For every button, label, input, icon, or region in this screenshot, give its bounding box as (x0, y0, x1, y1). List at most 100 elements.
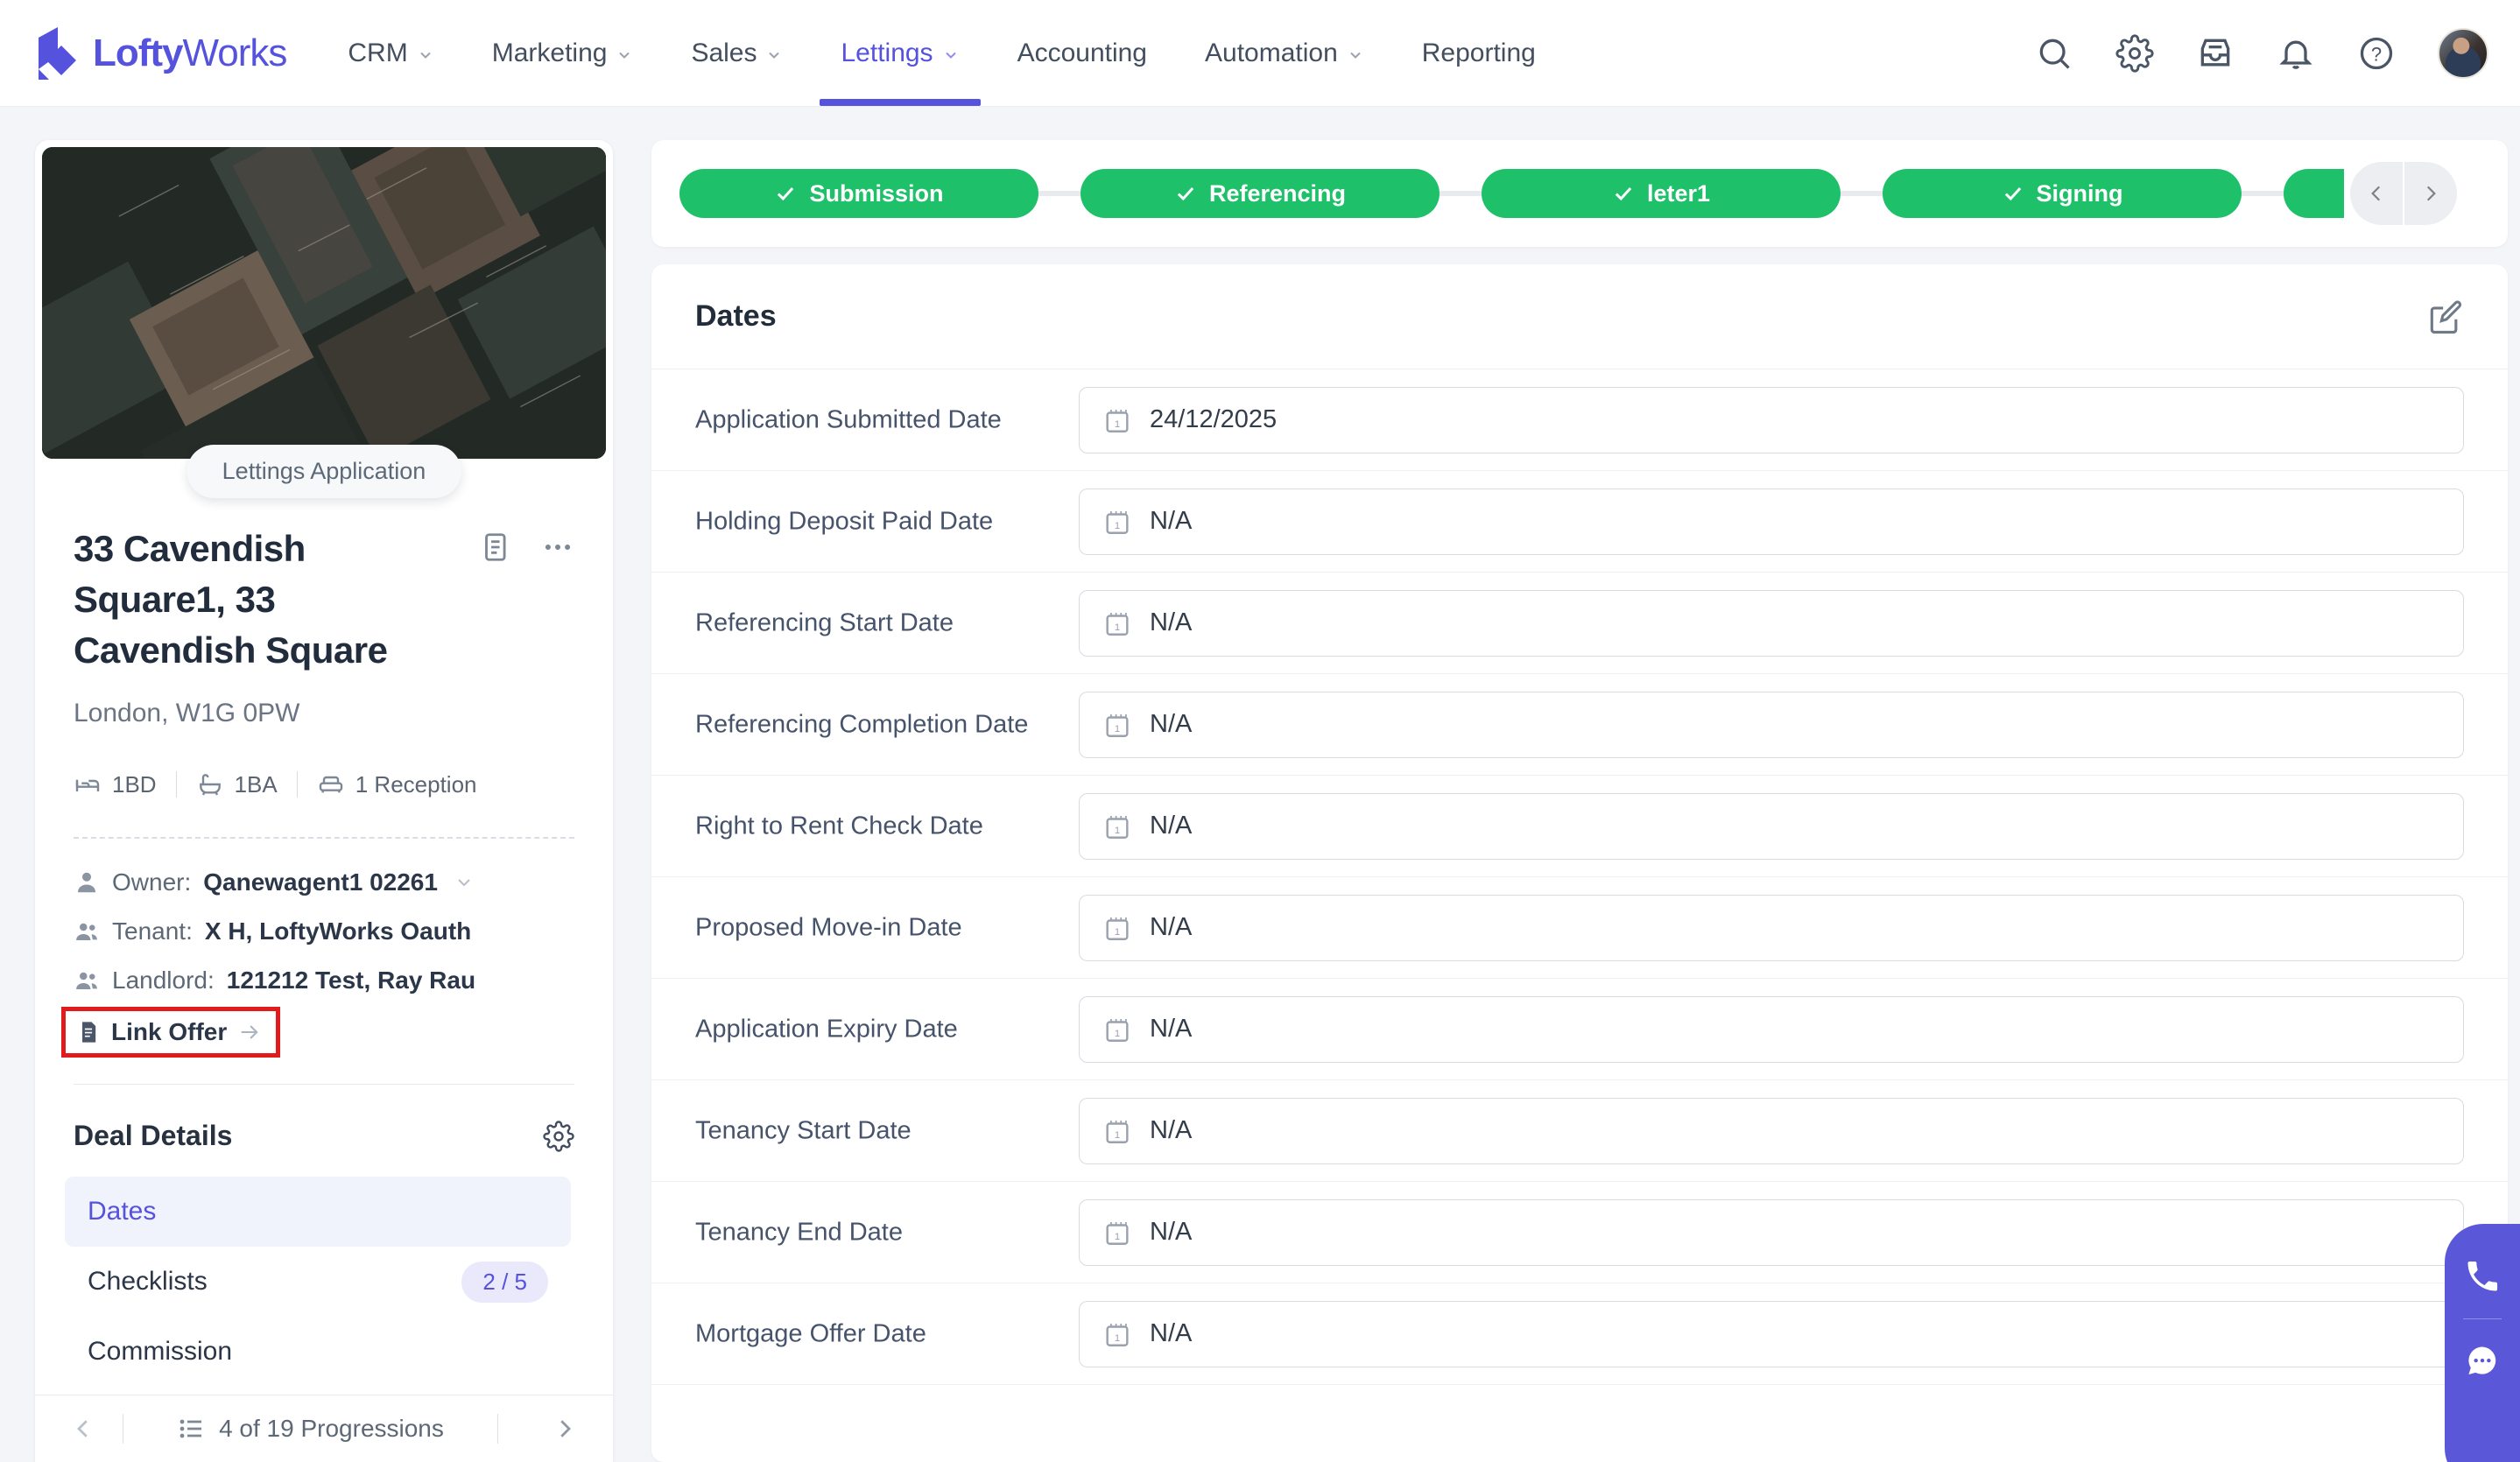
calendar-icon: 1 (1106, 1018, 1129, 1042)
tenant-value[interactable]: X H, LoftyWorks Oauth (205, 917, 471, 945)
date-row-referencing-completion: Referencing Completion Date 1 N/A (651, 674, 2508, 776)
dashed-divider (74, 837, 574, 839)
nav-crm[interactable]: CRM (348, 0, 433, 106)
step-submission[interactable]: Submission (679, 169, 1038, 218)
step-referencing[interactable]: Referencing (1081, 169, 1439, 218)
date-picker-input[interactable]: 1 N/A (1079, 691, 2464, 758)
step-leter1[interactable]: leter1 (1482, 169, 1841, 218)
steps-scroll-left-button[interactable] (2350, 162, 2403, 225)
deal-settings-gear-icon[interactable] (543, 1120, 574, 1152)
steps-scroll-right-button[interactable] (2404, 162, 2457, 225)
settings-gear-icon[interactable] (2115, 33, 2154, 73)
date-row-referencing-start: Referencing Start Date 1 N/A (651, 573, 2508, 674)
date-picker-input[interactable]: 1 N/A (1079, 894, 2464, 961)
property-photo (42, 147, 606, 459)
date-picker-input[interactable]: 1 N/A (1079, 589, 2464, 657)
step-label: Referencing (1208, 179, 1347, 207)
more-options-icon[interactable] (541, 531, 574, 564)
notifications-bell-icon[interactable] (2277, 34, 2315, 73)
nav-lettings[interactable]: Lettings (820, 0, 981, 106)
chevron-down-icon (420, 52, 431, 59)
bath-icon (199, 774, 221, 796)
chevron-down-icon (1350, 52, 1361, 59)
top-navigation-bar: LoftyWorks CRM Marketing Sales Lettings … (0, 0, 2520, 107)
nav-automation[interactable]: Automation (1205, 0, 1364, 106)
feature-receptions: 1 Reception (317, 770, 477, 798)
date-row-mortgage-offer: Mortgage Offer Date 1 N/A (651, 1283, 2508, 1385)
chevron-down-icon[interactable] (454, 872, 475, 893)
check-icon (1177, 187, 1194, 201)
nav-reporting-label: Reporting (1421, 38, 1536, 67)
owner-value[interactable]: Qanewagent1 02261 (203, 868, 438, 896)
date-value: 24/12/2025 (1150, 405, 1278, 433)
deal-item-label: Commission (88, 1337, 233, 1366)
main-nav: CRM Marketing Sales Lettings Accounting … (348, 0, 1536, 106)
arrow-right-icon (241, 1025, 258, 1039)
chevron-right-icon (2426, 186, 2436, 201)
step-partial[interactable] (2284, 169, 2344, 218)
date-picker-input[interactable]: 1 N/A (1079, 1300, 2464, 1367)
landlord-row: Landlord: 121212 Test, Ray Rau (74, 966, 574, 995)
date-row-tenancy-end: Tenancy End Date 1 N/A (651, 1182, 2508, 1283)
svg-text:1: 1 (1115, 1028, 1120, 1038)
nav-marketing-label: Marketing (491, 38, 608, 67)
calendar-icon: 1 (1106, 612, 1129, 636)
search-icon[interactable] (2035, 34, 2073, 73)
check-icon (778, 187, 794, 201)
deal-item-dates[interactable]: Dates (65, 1177, 571, 1247)
date-row-holding-deposit: Holding Deposit Paid Date 1 N/A (651, 471, 2508, 573)
list-icon[interactable] (177, 1415, 205, 1443)
date-picker-input[interactable]: 1 N/A (1079, 1198, 2464, 1266)
date-picker-input[interactable]: 1 N/A (1079, 792, 2464, 860)
nav-marketing[interactable]: Marketing (492, 0, 634, 106)
user-avatar[interactable] (2438, 27, 2488, 79)
date-value: N/A (1150, 507, 1193, 535)
notes-document-icon[interactable] (478, 531, 511, 564)
svg-text:1: 1 (1115, 723, 1120, 734)
bedrooms-count: 1BD (112, 770, 157, 798)
nav-lettings-label: Lettings (841, 38, 933, 67)
link-offer-button-annotated[interactable]: Link Offer (61, 1007, 281, 1058)
inbox-tray-icon[interactable] (2196, 34, 2235, 73)
sofa-icon (319, 776, 342, 793)
chat-bubble-icon[interactable] (2463, 1342, 2502, 1381)
help-icon[interactable]: ? (2357, 34, 2396, 73)
date-field-label: Tenancy End Date (695, 1218, 903, 1246)
date-picker-input[interactable]: 1 N/A (1079, 488, 2464, 555)
chevron-left-icon[interactable] (70, 1416, 96, 1442)
date-picker-input[interactable]: 1 N/A (1079, 995, 2464, 1063)
date-picker-input[interactable]: 1 N/A (1079, 1097, 2464, 1164)
calendar-icon: 1 (1106, 815, 1129, 839)
progression-steps-card: Submission Referencing leter1 Signing (651, 140, 2508, 247)
bed-icon (75, 779, 100, 791)
calendar-icon: 1 (1106, 510, 1129, 534)
deal-item-checklists[interactable]: Checklists 2 / 5 (65, 1247, 571, 1317)
svg-text:1: 1 (1115, 825, 1120, 835)
nav-reporting[interactable]: Reporting (1422, 0, 1536, 106)
brand-logo[interactable]: LoftyWorks (32, 25, 287, 81)
chevron-down-icon (945, 52, 956, 59)
svg-text:1: 1 (1115, 622, 1120, 632)
users-icon (76, 972, 97, 989)
nav-automation-label: Automation (1205, 38, 1338, 67)
users-icon (76, 923, 97, 940)
landlord-value[interactable]: 121212 Test, Ray Rau (227, 966, 475, 995)
nav-accounting[interactable]: Accounting (1017, 0, 1147, 106)
brand-wordmark: LoftyWorks (93, 31, 287, 74)
aerial-city-photo (42, 147, 606, 459)
chevron-down-icon (769, 52, 780, 59)
deal-item-commission[interactable]: Commission (65, 1317, 571, 1387)
deal-item-label: Dates (88, 1197, 157, 1226)
chevron-right-icon[interactable] (552, 1416, 578, 1442)
phone-icon[interactable] (2463, 1257, 2502, 1296)
date-picker-input[interactable]: 1 24/12/2025 (1079, 386, 2464, 453)
edit-pencil-icon[interactable] (2425, 298, 2464, 336)
calendar-icon: 1 (1106, 1120, 1129, 1143)
date-row-tenancy-start: Tenancy Start Date 1 N/A (651, 1080, 2508, 1182)
step-signing[interactable]: Signing (1883, 169, 2242, 218)
step-label: Submission (809, 179, 944, 207)
date-field-label: Referencing Completion Date (695, 710, 1029, 738)
header-actions: ? (2035, 27, 2488, 79)
file-icon (82, 1022, 96, 1043)
nav-sales[interactable]: Sales (691, 0, 783, 106)
